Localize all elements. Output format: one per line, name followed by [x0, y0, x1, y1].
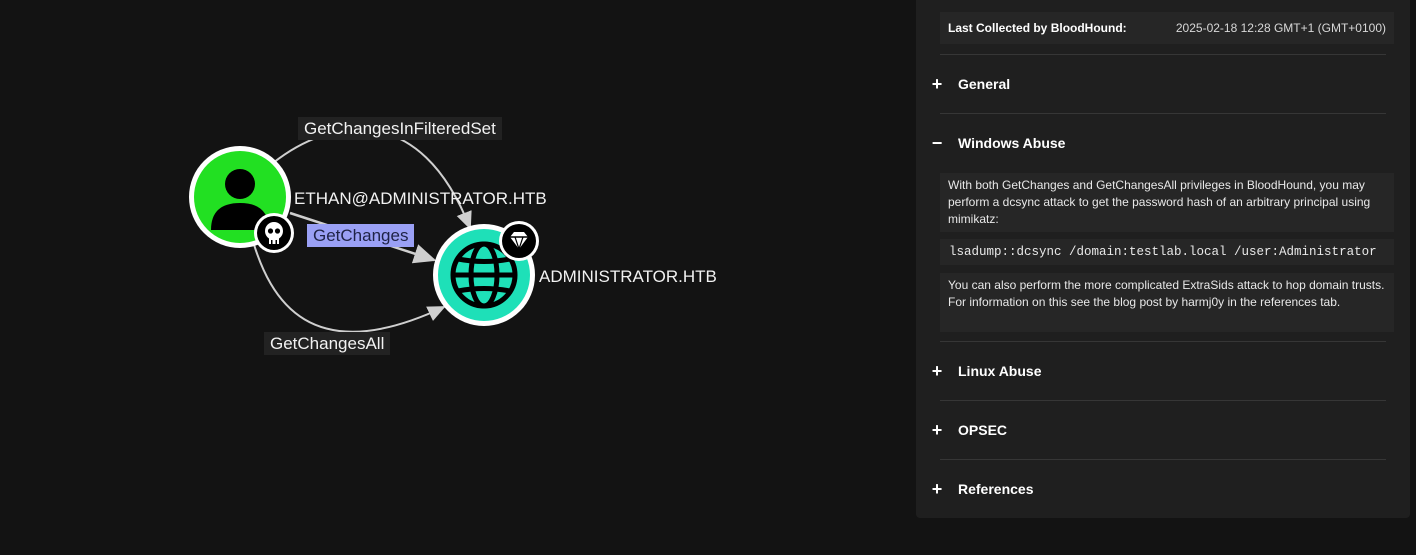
last-collected-label: Last Collected by BloodHound: [948, 21, 1127, 35]
last-collected-value: 2025-02-18 12:28 GMT+1 (GMT+0100) [1175, 21, 1386, 35]
user-node-label: ETHAN@ADMINISTRATOR.HTB [294, 189, 547, 208]
domain-node-label: ADMINISTRATOR.HTB [539, 267, 717, 286]
section-opsec-title: OPSEC [958, 422, 1008, 438]
expand-icon[interactable]: + [926, 420, 948, 441]
section-general-title: General [958, 76, 1011, 92]
windows-abuse-command[interactable]: lsadump::dcsync /domain:testlab.local /u… [940, 239, 1394, 265]
graph-edges [189, 128, 539, 333]
edge-info-panel: Last Collected by BloodHound: 2025-02-18… [916, 0, 1410, 518]
section-windows-abuse[interactable]: − Windows Abuse [926, 123, 1386, 163]
edge-label-getchangesall[interactable]: GetChangesAll [264, 332, 391, 355]
divider [940, 341, 1386, 342]
section-linux-abuse[interactable]: + Linux Abuse [926, 351, 1386, 391]
expand-icon[interactable]: + [926, 361, 948, 382]
section-windows-abuse-title: Windows Abuse [958, 135, 1066, 151]
collapse-icon[interactable]: − [926, 133, 948, 154]
divider [940, 113, 1386, 114]
edge-getchangesinfilteredset [272, 128, 472, 230]
section-opsec[interactable]: + OPSEC [926, 410, 1386, 450]
edge-label-getchangesinfilteredset[interactable]: GetChangesInFilteredSet [298, 117, 502, 140]
divider [940, 54, 1386, 55]
windows-abuse-text-1: With both GetChanges and GetChangesAll p… [940, 173, 1394, 232]
section-references[interactable]: + References [926, 469, 1386, 509]
section-references-title: References [958, 481, 1034, 497]
windows-abuse-text-2: You can also perform the more complicate… [940, 273, 1394, 332]
section-general[interactable]: + General [926, 64, 1386, 104]
expand-icon[interactable]: + [926, 479, 948, 500]
divider [940, 400, 1386, 401]
edge-label-getchanges[interactable]: GetChanges [307, 224, 415, 247]
expand-icon[interactable]: + [926, 74, 948, 95]
skull-icon [254, 213, 294, 253]
divider [940, 459, 1386, 460]
section-linux-abuse-title: Linux Abuse [958, 363, 1042, 379]
gem-icon [499, 221, 539, 261]
last-collected-row: Last Collected by BloodHound: 2025-02-18… [940, 12, 1394, 44]
graph-canvas[interactable]: GetChangesInFilteredSet GetChanges GetCh… [0, 0, 900, 555]
edge-getchangesall [251, 237, 446, 333]
